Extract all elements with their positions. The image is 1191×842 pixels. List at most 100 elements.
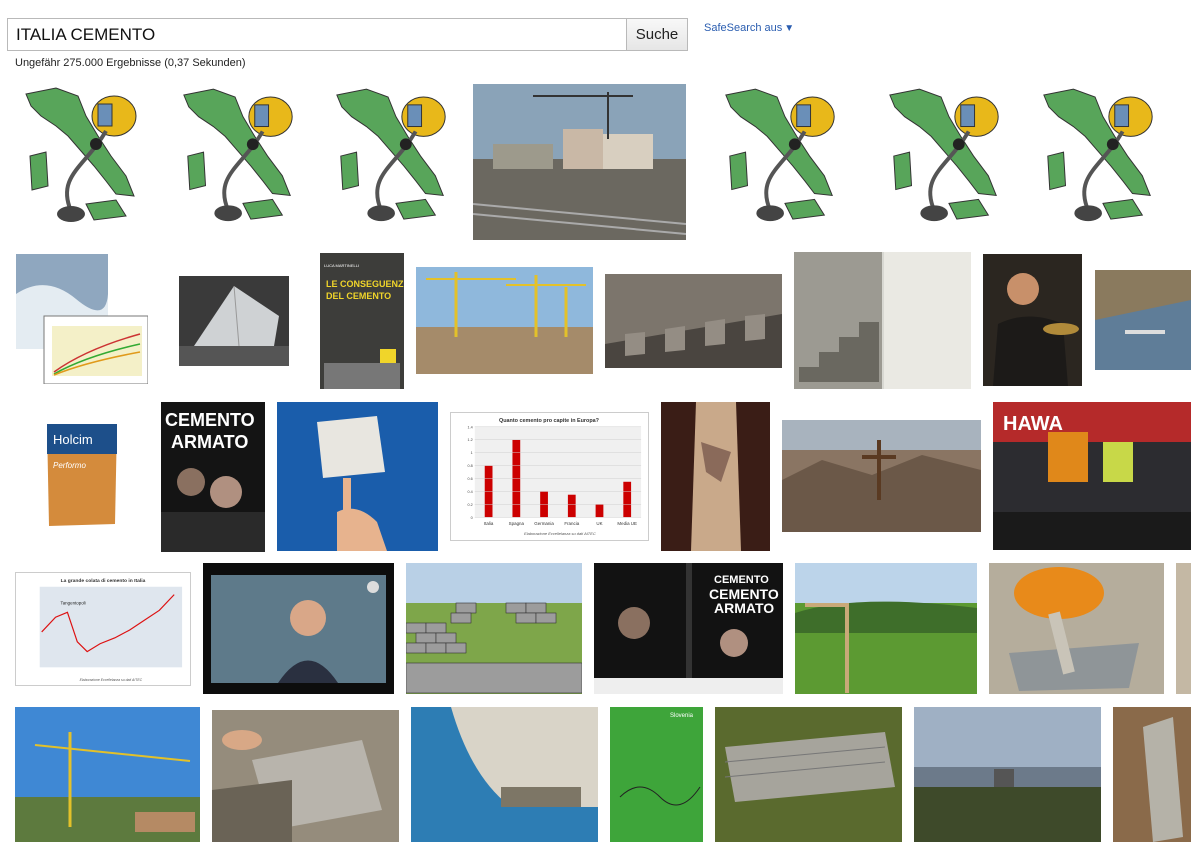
y-tick-label: 0 [471,516,473,520]
search-input[interactable] [7,18,626,51]
bag-brand-text: Holcim [53,432,93,447]
plot-area [474,426,642,518]
beams-photo [715,707,902,842]
chevron-down-icon: ▼ [784,23,795,34]
image-result-movie-poster[interactable]: CEMENTO ARMATO [161,402,265,552]
svg-text:ARMATO: ARMATO [714,600,774,616]
bar-uk [595,504,604,518]
category-label: Spagna [509,521,525,526]
image-result-partial-right[interactable] [1176,563,1191,694]
map-label-text: Slovenia [670,713,694,719]
block-on-finger-photo [277,402,438,551]
category-label: Germania [534,521,554,526]
harbor-photo [1095,270,1191,370]
image-result-drummer[interactable] [983,254,1082,386]
glass-building-photo [179,276,289,366]
y-tick-label: 0.4 [468,490,473,494]
image-result-crumbling-column[interactable] [661,402,770,551]
image-result-line-chart[interactable]: La grande colata di cemento in Italia Ta… [15,572,191,686]
wall-landscape-image [406,563,582,694]
svg-text:LE CONSEGUENZE: LE CONSEGUENZE [326,279,404,289]
image-result-earthquake-crucifix[interactable] [782,420,981,532]
safesearch-label: SafeSearch aus [704,22,783,34]
image-result-italy-mixer-6[interactable] [1034,86,1164,236]
image-result-concrete-staircase[interactable] [794,252,971,389]
dvd-cover-image: CEMENTO CEMENTO ARMATO [594,563,783,694]
image-result-bar-chart[interactable]: Quanto cemento pro capite in Europa? Ita… [450,412,649,541]
y-tick-label: 1 [471,451,473,455]
image-result-wall-landscape[interactable] [406,563,582,694]
image-result-italy-mixer-2[interactable] [174,86,304,236]
cement-bar-chart: Quanto cemento pro capite in Europa? Ita… [468,418,642,536]
chart-title: Quanto cemento pro capite in Europa? [499,418,599,424]
italy-mixer-illustration [1043,88,1153,222]
image-result-italy-mixer-4[interactable] [716,86,846,236]
staircase-photo [794,252,971,389]
dusk-photo [914,707,1101,842]
line-chart-source: Elaborazione Eccellelanza su dati AITEC [80,678,143,682]
man-video-still [203,563,394,694]
y-tick-label: 0.2 [468,503,473,507]
svg-text:DEL CEMENTO: DEL CEMENTO [326,291,391,301]
safesearch-toggle[interactable]: SafeSearch aus ▼ [704,22,794,34]
category-label: Media UE [617,521,637,526]
image-result-concert-stage[interactable]: HAWA [993,402,1191,550]
italy-mixer-illustration [725,88,835,222]
image-result-italy-mixer-1[interactable] [16,86,148,236]
movie-title-line-2: ARMATO [171,432,248,452]
image-result-wave-chart[interactable] [16,254,148,384]
image-result-mixer-wheelbarrow[interactable] [989,563,1164,694]
cement-line-chart: La grande colata di cemento in Italia Ta… [39,578,183,682]
concert-photo: HAWA [993,402,1191,550]
image-result-italy-mixer-5[interactable] [880,86,1010,236]
wave-chart-photo [16,254,148,384]
image-result-cliff-coast[interactable] [411,707,598,842]
bar-francia [567,494,576,518]
image-result-concrete-beams[interactable] [715,707,902,842]
image-result-italy-mixer-3[interactable] [327,86,457,236]
cement-bag-image: Holcim Performo [47,424,117,526]
italy-mixer-illustration [25,87,137,222]
concrete-stairs-photo [605,274,782,368]
crane-hill-photo [15,707,200,842]
search-button[interactable]: Suche [626,18,688,51]
construction-site-photo [473,84,686,240]
image-result-construction-site-crane[interactable] [473,84,686,240]
image-result-crane-hill[interactable] [15,707,200,842]
rubble-photo [782,420,981,532]
image-result-green-map[interactable]: Slovenia [610,707,703,842]
italy-mixer-illustration [336,88,446,222]
image-result-cement-block-finger[interactable] [277,402,438,551]
image-result-park-swing[interactable] [795,563,977,694]
y-tick-label: 1.2 [468,438,473,442]
mixer-wheelbarrow-photo [989,563,1164,694]
cranes-photo [416,267,593,374]
chart-source: Elaborazione Eccellelanza su dati AITEC [524,531,596,536]
results-count: Ungefähr 275.000 Ergebnisse (0,37 Sekund… [15,57,246,69]
category-label: Italia [484,521,494,526]
image-result-glass-building[interactable] [179,276,289,366]
image-result-man-video[interactable] [203,563,394,694]
book-cover-image: LUCA MARTINELLI LE CONSEGUENZE DEL CEMEN… [320,253,404,389]
svg-text:CEMENTO: CEMENTO [714,574,769,586]
image-result-cement-bag[interactable]: Holcim Performo [43,420,121,530]
image-result-book-cover[interactable]: LUCA MARTINELLI LE CONSEGUENZE DEL CEMEN… [320,253,404,389]
image-result-partial-slab[interactable] [1113,707,1191,842]
y-tick-label: 0.8 [468,464,473,468]
bar-media-ue [623,481,632,518]
line-chart-title: La grande colata di cemento in Italia [61,578,146,584]
column-photo [661,402,770,551]
image-result-harbor[interactable] [1095,270,1191,370]
y-tick-label: 1.4 [468,425,473,429]
category-label: UK [596,521,602,526]
category-label-group: Italia Spagna Germania Francia UK Media UE [484,521,637,526]
image-result-brick-laying[interactable] [212,710,399,842]
image-result-dusk-landscape[interactable] [914,707,1101,842]
drummer-photo [983,254,1082,386]
image-result-dvd-cover[interactable]: CEMENTO CEMENTO ARMATO [594,563,783,694]
image-result-building-cranes[interactable] [416,267,593,374]
image-result-concrete-stairs-dark[interactable] [605,274,782,368]
slab-photo [1113,707,1191,842]
bag-product-text: Performo [53,461,86,470]
brick-laying-photo [212,710,399,842]
